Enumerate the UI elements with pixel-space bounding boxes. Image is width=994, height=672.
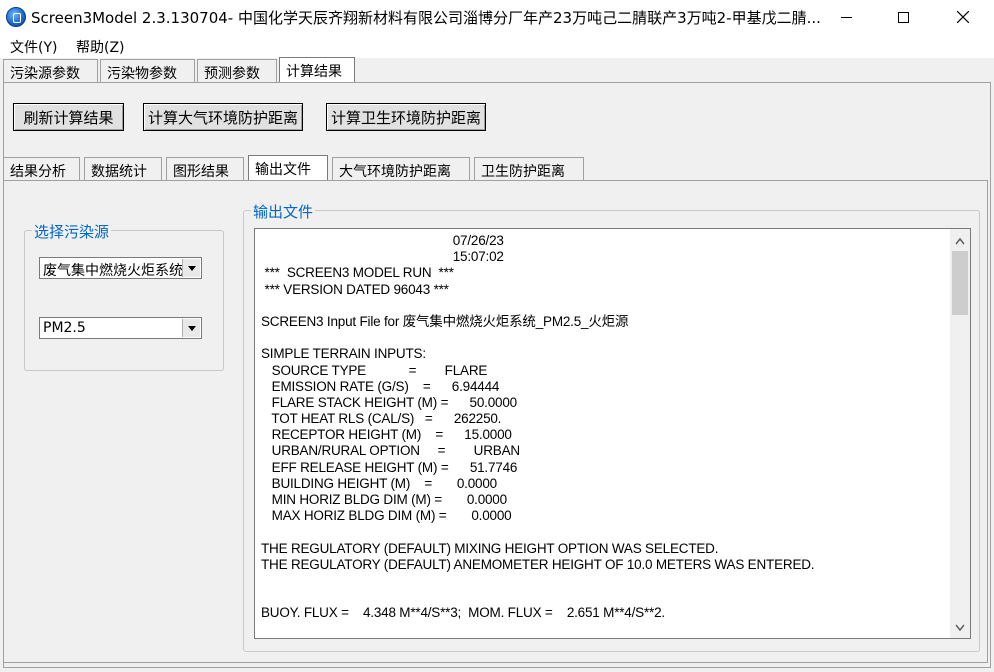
minimize-icon — [840, 16, 852, 18]
tab-data-statistics[interactable]: 数据统计 — [84, 157, 162, 181]
output-line: EFF RELEASE HEIGHT (M) = 51.7746 — [261, 459, 518, 475]
sub-tab-strip: 结果分析 数据统计 图形结果 输出文件 大气环境防护距离 卫生防护距离 — [0, 155, 994, 181]
vertical-scrollbar[interactable] — [950, 229, 970, 638]
output-line: FLARE STACK HEIGHT (M) = 50.0000 — [261, 394, 518, 410]
output-group-title: 输出文件 — [251, 201, 316, 222]
tab-source-params[interactable]: 污染源参数 — [3, 59, 98, 83]
chevron-down-icon — [955, 624, 965, 632]
output-line: BUILDING HEIGHT (M) = 0.0000 — [261, 475, 498, 491]
maximize-button[interactable] — [880, 0, 926, 34]
output-line: 15:07:02 — [261, 249, 504, 265]
window-title: Screen3Model 2.3.130704- 中国化学天辰齐翔新材料有限公司… — [31, 9, 821, 27]
scroll-up-button[interactable] — [950, 231, 970, 251]
tab-result-analysis[interactable]: 结果分析 — [3, 157, 80, 181]
tab-air-protection-distance[interactable]: 大气环境防护距离 — [332, 157, 470, 181]
output-text-area[interactable]: 07/26/23 15:07:02 *** SCREEN3 MODEL RUN … — [254, 228, 971, 639]
tab-graph-results[interactable]: 图形结果 — [166, 157, 244, 181]
output-line: SOURCE TYPE = FLARE — [261, 362, 488, 378]
chevron-down-icon[interactable] — [182, 259, 200, 277]
close-button[interactable] — [940, 0, 986, 34]
output-line: *** VERSION DATED 96043 *** — [261, 281, 449, 297]
source-select[interactable]: 废气集中燃烧火炬系统 — [39, 257, 202, 279]
output-line: EMISSION RATE (G/S) = 6.94444 — [261, 378, 500, 394]
close-icon — [957, 11, 969, 23]
calc-health-distance-button[interactable]: 计算卫生环境防护距离 — [326, 103, 486, 131]
app-window: Screen3Model 2.3.130704- 中国化学天辰齐翔新材料有限公司… — [0, 0, 994, 672]
output-line: 07/26/23 — [261, 233, 504, 248]
calc-air-distance-button[interactable]: 计算大气环境防护距离 — [143, 103, 303, 131]
minimize-button[interactable] — [823, 0, 869, 34]
tab-prediction-params[interactable]: 预测参数 — [197, 59, 277, 83]
scroll-thumb[interactable] — [952, 251, 968, 315]
refresh-results-button[interactable]: 刷新计算结果 — [13, 103, 124, 131]
output-line: RECEPTOR HEIGHT (M) = 15.0000 — [261, 427, 512, 443]
scroll-down-button[interactable] — [950, 618, 970, 638]
tab-health-protection-distance[interactable]: 卫生防护距离 — [474, 157, 584, 181]
app-icon — [6, 7, 26, 27]
output-line: URBAN/RURAL OPTION = URBAN — [261, 443, 520, 459]
menu-bar: 文件(Y) 帮助(Z) — [0, 34, 994, 58]
source-select-value: 废气集中燃烧火炬系统 — [43, 263, 183, 279]
output-line: MAX HORIZ BLDG DIM (M) = 0.0000 — [261, 508, 512, 524]
source-group-title: 选择污染源 — [32, 221, 112, 242]
tab-calc-results[interactable]: 计算结果 — [279, 57, 355, 83]
pollutant-select-value: PM2.5 — [43, 320, 86, 336]
output-line: *** SCREEN3 MODEL RUN *** — [261, 265, 454, 281]
output-line: TOT HEAT RLS (CAL/S) = 262250. — [261, 411, 502, 427]
output-line: SCREEN3 Input File for 废气集中燃烧火炬系统_PM2.5_… — [261, 313, 629, 329]
source-select-group: 选择污染源 — [24, 221, 224, 371]
tab-pollutant-params[interactable]: 污染物参数 — [100, 59, 195, 83]
pollutant-select[interactable]: PM2.5 — [39, 317, 202, 339]
chevron-down-icon[interactable] — [182, 319, 200, 337]
title-bar: Screen3Model 2.3.130704- 中国化学天辰齐翔新材料有限公司… — [0, 0, 994, 34]
output-text: 07/26/23 15:07:02 *** SCREEN3 MODEL RUN … — [261, 233, 951, 622]
output-line: BUOY. FLUX = 4.348 M**4/S**3; MOM. FLUX … — [261, 605, 665, 621]
maximize-icon — [897, 11, 909, 23]
output-line: THE REGULATORY (DEFAULT) MIXING HEIGHT O… — [261, 540, 719, 556]
output-line: MIN HORIZ BLDG DIM (M) = 0.0000 — [261, 492, 507, 507]
output-line: SIMPLE TERRAIN INPUTS: — [261, 346, 426, 362]
chevron-up-icon — [955, 237, 965, 245]
tab-output-file[interactable]: 输出文件 — [248, 155, 328, 181]
output-line: THE REGULATORY (DEFAULT) ANEMOMETER HEIG… — [261, 556, 815, 572]
main-tab-strip: 污染源参数 污染物参数 预测参数 计算结果 — [0, 57, 994, 83]
menu-help[interactable]: 帮助(Z) — [76, 37, 125, 57]
menu-file[interactable]: 文件(Y) — [10, 37, 57, 57]
